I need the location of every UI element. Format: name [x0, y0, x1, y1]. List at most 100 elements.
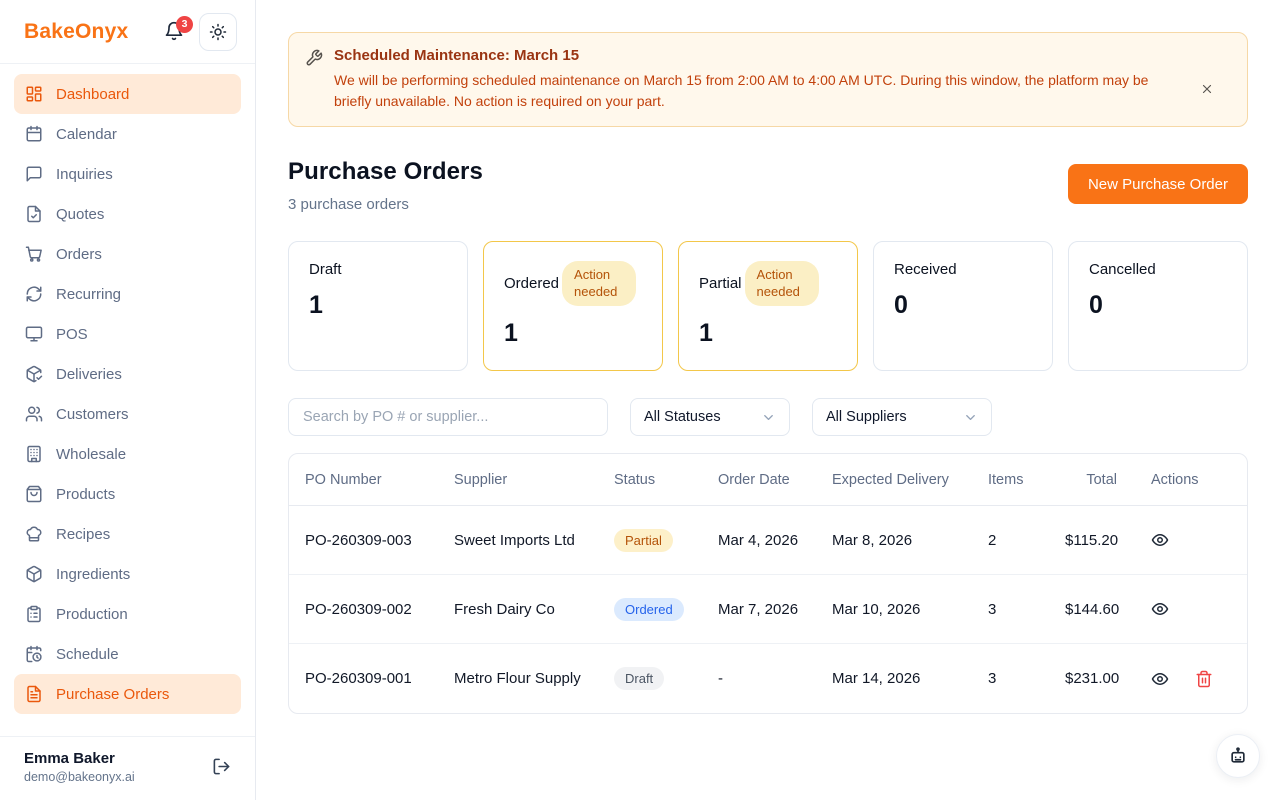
- supplier-filter-value: All Suppliers: [826, 409, 907, 425]
- inquiries-icon: [25, 165, 43, 183]
- orders-icon: [25, 245, 43, 263]
- ingredients-icon: [25, 565, 43, 583]
- sidebar-nav: Dashboard Calendar Inquiries Quotes Orde…: [0, 64, 255, 736]
- user-name: Emma Baker: [24, 750, 135, 767]
- sidebar-item-recipes[interactable]: Recipes: [14, 514, 241, 554]
- column-header-total: Total: [1065, 472, 1117, 488]
- sidebar-item-production[interactable]: Production: [14, 594, 241, 634]
- view-button[interactable]: [1151, 600, 1169, 618]
- chevron-down-icon: [761, 410, 776, 425]
- sidebar-item-wholesale[interactable]: Wholesale: [14, 434, 241, 474]
- sidebar-item-label: Orders: [56, 246, 102, 263]
- column-header-expected-delivery: Expected Delivery: [832, 472, 988, 488]
- purchase-orders-icon: [25, 685, 43, 703]
- banner-close-button[interactable]: [1199, 80, 1215, 96]
- sidebar-item-dashboard[interactable]: Dashboard: [14, 74, 241, 114]
- table-row: PO-260309-002 Fresh Dairy Co Ordered Mar…: [289, 575, 1247, 644]
- sidebar-item-label: Recipes: [56, 526, 110, 543]
- theme-toggle-button[interactable]: [199, 13, 237, 51]
- total-amount: $115.20: [1065, 532, 1117, 549]
- sidebar-item-label: Calendar: [56, 126, 117, 143]
- logout-button[interactable]: [211, 757, 231, 777]
- maintenance-banner: Scheduled Maintenance: March 15 We will …: [288, 32, 1248, 127]
- stat-label: Partial: [699, 275, 742, 292]
- recipes-icon: [25, 525, 43, 543]
- robot-icon: [1228, 746, 1248, 766]
- sidebar-item-calendar[interactable]: Calendar: [14, 114, 241, 154]
- stat-card-draft[interactable]: Draft 1: [288, 241, 468, 371]
- status-filter-value: All Statuses: [644, 409, 721, 425]
- expected-delivery: Mar 14, 2026: [832, 670, 988, 687]
- action-needed-badge: Action needed: [745, 261, 819, 306]
- po-number: PO-260309-003: [289, 532, 454, 549]
- po-number: PO-260309-001: [289, 670, 454, 687]
- quotes-icon: [25, 205, 43, 223]
- sidebar-item-products[interactable]: Products: [14, 474, 241, 514]
- sidebar: BakeOnyx 3 Dashboard Calendar Inquiries …: [0, 0, 256, 800]
- eye-icon: [1151, 670, 1169, 688]
- sidebar-item-label: Purchase Orders: [56, 686, 169, 703]
- table-header-row: PO NumberSupplierStatusOrder DateExpecte…: [289, 454, 1247, 506]
- column-header-actions: Actions: [1117, 472, 1247, 488]
- sidebar-item-orders[interactable]: Orders: [14, 234, 241, 274]
- sidebar-item-customers[interactable]: Customers: [14, 394, 241, 434]
- items-count: 3: [988, 601, 1065, 618]
- sidebar-item-label: Schedule: [56, 646, 119, 663]
- column-header-supplier: Supplier: [454, 472, 614, 488]
- table-row: PO-260309-001 Metro Flour Supply Draft -…: [289, 644, 1247, 713]
- user-email: demo@bakeonyx.ai: [24, 770, 135, 784]
- supplier-name: Fresh Dairy Co: [454, 601, 614, 618]
- sidebar-item-purchase-orders[interactable]: Purchase Orders: [14, 674, 241, 714]
- stat-value: 1: [309, 291, 447, 320]
- sidebar-item-label: POS: [56, 326, 88, 343]
- sun-icon: [209, 23, 227, 41]
- view-button[interactable]: [1151, 670, 1169, 688]
- stat-value: 0: [894, 291, 1032, 320]
- sidebar-item-deliveries[interactable]: Deliveries: [14, 354, 241, 394]
- total-amount: $144.60: [1065, 601, 1117, 618]
- sidebar-item-label: Quotes: [56, 206, 104, 223]
- status-filter-select[interactable]: All Statuses: [630, 398, 790, 436]
- sidebar-item-pos[interactable]: POS: [14, 314, 241, 354]
- view-button[interactable]: [1151, 531, 1169, 549]
- stat-card-received[interactable]: Received 0: [873, 241, 1053, 371]
- search-input[interactable]: [288, 398, 608, 436]
- sidebar-item-quotes[interactable]: Quotes: [14, 194, 241, 234]
- stat-card-partial[interactable]: Partial Action needed 1: [678, 241, 858, 371]
- stat-label: Ordered: [504, 275, 559, 292]
- column-header-items: Items: [988, 472, 1065, 488]
- chevron-down-icon: [963, 410, 978, 425]
- sidebar-item-inquiries[interactable]: Inquiries: [14, 154, 241, 194]
- deliveries-icon: [25, 365, 43, 383]
- sidebar-item-recurring[interactable]: Recurring: [14, 274, 241, 314]
- new-purchase-order-button[interactable]: New Purchase Order: [1068, 164, 1248, 204]
- assistant-fab[interactable]: [1216, 734, 1260, 778]
- column-header-status: Status: [614, 472, 718, 488]
- supplier-filter-select[interactable]: All Suppliers: [812, 398, 992, 436]
- notification-badge: 3: [176, 16, 193, 33]
- stat-card-cancelled[interactable]: Cancelled 0: [1068, 241, 1248, 371]
- delete-button[interactable]: [1195, 670, 1213, 688]
- sidebar-header: BakeOnyx 3: [0, 0, 255, 64]
- sidebar-item-schedule[interactable]: Schedule: [14, 634, 241, 674]
- page-title: Purchase Orders: [288, 158, 483, 186]
- action-needed-badge: Action needed: [562, 261, 636, 306]
- expected-delivery: Mar 10, 2026: [832, 601, 988, 618]
- supplier-name: Sweet Imports Ltd: [454, 532, 614, 549]
- order-date: Mar 7, 2026: [718, 601, 832, 618]
- status-badge: Ordered: [614, 598, 684, 621]
- banner-message: We will be performing scheduled maintena…: [334, 70, 1174, 111]
- status-badge: Partial: [614, 529, 673, 552]
- dashboard-icon: [25, 85, 43, 103]
- expected-delivery: Mar 8, 2026: [832, 532, 988, 549]
- app-logo: BakeOnyx: [24, 20, 128, 44]
- filters-row: All Statuses All Suppliers: [288, 398, 1248, 436]
- stat-value: 1: [504, 319, 642, 348]
- notifications-button[interactable]: 3: [163, 21, 185, 43]
- table-body: PO-260309-003 Sweet Imports Ltd Partial …: [289, 506, 1247, 713]
- sidebar-item-label: Customers: [56, 406, 129, 423]
- stat-label: Cancelled: [1089, 261, 1156, 278]
- banner-title: Scheduled Maintenance: March 15: [334, 47, 1174, 64]
- sidebar-item-ingredients[interactable]: Ingredients: [14, 554, 241, 594]
- stat-card-ordered[interactable]: Ordered Action needed 1: [483, 241, 663, 371]
